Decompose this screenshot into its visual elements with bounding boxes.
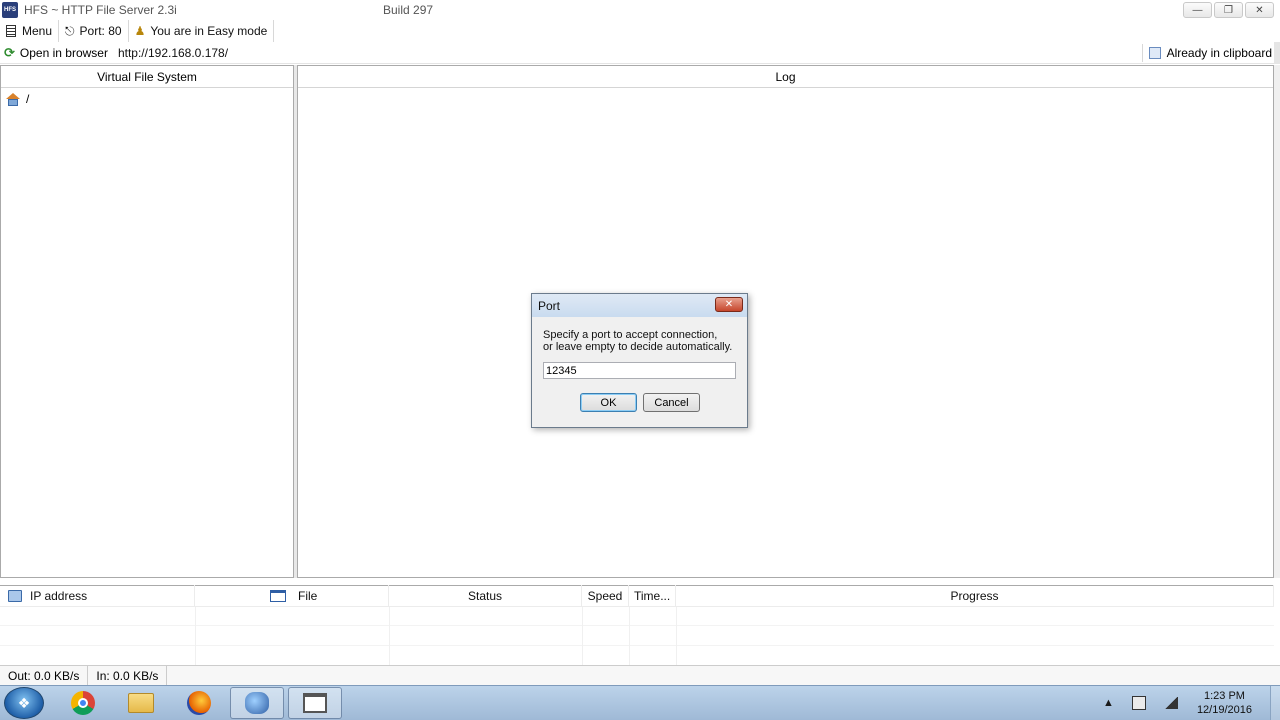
log-header: Log: [298, 66, 1273, 88]
network-signal-icon[interactable]: [1163, 697, 1178, 709]
close-window-button[interactable]: ✕: [1245, 2, 1274, 18]
clock[interactable]: 1:23 PM 12/19/2016: [1197, 689, 1252, 717]
main-toolbar: Menu ⎋ Port: 80 ♟ You are in Easy mode: [0, 20, 1280, 42]
taskbar-chrome[interactable]: [56, 687, 110, 719]
taskbar-window[interactable]: [288, 687, 342, 719]
column-divider: [582, 607, 583, 665]
close-icon: ✕: [724, 299, 734, 310]
open-in-browser-label: Open in browser: [19, 45, 108, 60]
users-icon: ♟: [134, 24, 146, 38]
port-button[interactable]: ⎋ Port: 80: [59, 20, 129, 42]
mode-button[interactable]: ♟ You are in Easy mode: [129, 20, 275, 42]
port-dialog: Port ✕ Specify a port to accept connecti…: [531, 293, 748, 428]
port-label: Port: 80: [79, 24, 122, 38]
column-label: IP address: [30, 589, 88, 603]
taskbar-firefox[interactable]: [172, 687, 226, 719]
port-input[interactable]: [543, 362, 736, 379]
connections-list[interactable]: [0, 607, 1274, 665]
plug-icon: ⎋: [65, 23, 75, 38]
mode-label: You are in Easy mode: [150, 24, 268, 38]
column-time[interactable]: Time...: [629, 585, 676, 607]
chrome-icon: [71, 691, 95, 715]
window-title: HFS ~ HTTP File Server 2.3i: [24, 3, 177, 17]
column-speed[interactable]: Speed: [582, 585, 629, 607]
tray-hfs-icon[interactable]: [1131, 696, 1146, 710]
dialog-message-line1: Specify a port to accept connection,: [543, 329, 718, 341]
toolbar-scrollbar[interactable]: [1274, 42, 1280, 64]
arrow-refresh-icon: ⟳: [4, 44, 15, 60]
window-icon: [303, 693, 327, 713]
system-tray: ▲ 1:23 PM 12/19/2016: [1094, 686, 1280, 720]
column-status[interactable]: Status: [389, 585, 582, 607]
computer-icon: [8, 590, 22, 602]
clipboard-button[interactable]: Already in clipboard: [1141, 44, 1272, 62]
folder-icon: [128, 693, 154, 713]
column-divider: [195, 607, 196, 665]
dialog-title: Port: [538, 298, 561, 313]
tray-expand-icon[interactable]: ▲: [1103, 697, 1114, 709]
clipboard-icon: [1148, 47, 1161, 59]
clipboard-status-label: Already in clipboard: [1166, 46, 1272, 60]
connections-header: IP address File Status Speed Time... Pro…: [0, 585, 1274, 607]
dialog-body: Specify a port to accept connection, or …: [532, 317, 747, 379]
start-button[interactable]: ❖: [4, 687, 44, 719]
row-divider: [0, 625, 1274, 626]
column-divider: [629, 607, 630, 665]
restore-icon: ❐: [1224, 4, 1233, 16]
build-label: Build 297: [383, 3, 434, 17]
window-controls: — ❐ ✕: [1181, 2, 1274, 18]
menu-button[interactable]: Menu: [0, 20, 60, 42]
column-file[interactable]: File: [195, 585, 389, 607]
close-icon: ✕: [1255, 4, 1264, 16]
taskbar-explorer[interactable]: [114, 687, 168, 719]
show-desktop-button[interactable]: [1270, 686, 1280, 720]
taskbar-hfs[interactable]: [230, 687, 284, 719]
dialog-message-line2: or leave empty to decide automatically.: [543, 341, 733, 353]
status-bar: Out: 0.0 KB/s In: 0.0 KB/s: [0, 665, 1280, 686]
row-divider: [0, 645, 1274, 646]
column-divider: [389, 607, 390, 665]
column-label: Progress: [950, 589, 999, 603]
column-label: Speed: [587, 589, 623, 603]
hfs-app-icon[interactable]: HFS: [2, 2, 18, 18]
dialog-close-button[interactable]: ✕: [715, 297, 743, 312]
log-scrollbar[interactable]: [1274, 65, 1280, 578]
address-bar: ⟳ Open in browser http://192.168.0.178/ …: [0, 42, 1280, 64]
dialog-buttons: OK Cancel: [580, 393, 706, 412]
minimize-button[interactable]: —: [1183, 2, 1212, 18]
vfs-root-label: /: [26, 92, 30, 106]
column-ip-address[interactable]: IP address: [0, 585, 195, 607]
title-bar: HFS HFS ~ HTTP File Server 2.3i Build 29…: [0, 0, 1280, 20]
open-in-browser-button[interactable]: ⟳ Open in browser: [0, 42, 108, 64]
vfs-panel: Virtual File System /: [0, 65, 294, 578]
menu-label: Menu: [22, 24, 53, 38]
url-link[interactable]: http://192.168.0.178/: [118, 46, 228, 60]
clock-time: 1:23 PM: [1203, 690, 1245, 702]
in-speed: In: 0.0 KB/s: [88, 665, 168, 686]
home-icon: [6, 92, 20, 106]
file-icon: [270, 590, 286, 602]
taskbar: ❖ ▲ 1:23 PM 12/19/2016: [0, 685, 1280, 720]
out-speed: Out: 0.0 KB/s: [0, 665, 89, 686]
restore-button[interactable]: ❐: [1214, 2, 1243, 18]
minimize-icon: —: [1192, 4, 1203, 16]
column-progress[interactable]: Progress: [676, 585, 1274, 607]
vfs-header: Virtual File System: [1, 66, 293, 88]
column-divider: [676, 607, 677, 665]
hfs-icon: [245, 692, 269, 714]
vfs-root-item[interactable]: /: [1, 88, 293, 110]
firefox-icon: [187, 691, 211, 715]
column-label: Time...: [634, 589, 671, 603]
menu-icon: [6, 25, 16, 37]
windows-logo-icon: ❖: [17, 694, 31, 711]
cancel-button[interactable]: Cancel: [643, 393, 700, 412]
clock-date: 12/19/2016: [1196, 704, 1252, 716]
column-label: File: [298, 589, 318, 603]
log-panel[interactable]: Log: [297, 65, 1274, 578]
column-label: Status: [467, 589, 503, 603]
ok-button[interactable]: OK: [580, 393, 637, 412]
